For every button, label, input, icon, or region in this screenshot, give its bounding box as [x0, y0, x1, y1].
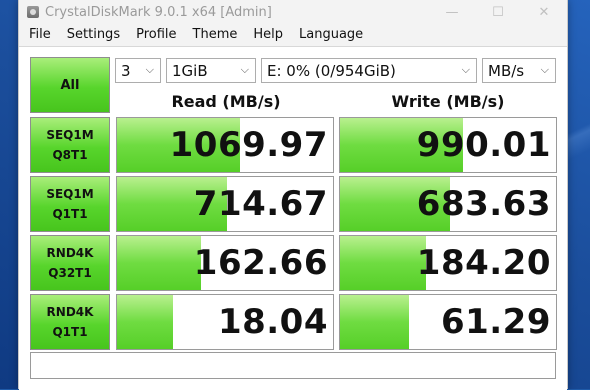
- test-line2: Q1T1: [52, 325, 88, 339]
- read-header: Read (MB/s): [171, 92, 281, 111]
- write-result-value: 990.01: [416, 125, 551, 165]
- menu-profile[interactable]: Profile: [128, 24, 184, 46]
- menu-help[interactable]: Help: [245, 24, 291, 46]
- drive-value: E: 0% (0/954GiB): [267, 61, 396, 80]
- read-result-value: 714.67: [193, 184, 328, 224]
- window-title: CrystalDiskMark 9.0.1 x64 [Admin]: [45, 4, 272, 20]
- test-line1: SEQ1M: [46, 187, 94, 201]
- test-count-value: 3: [121, 61, 131, 80]
- test-count-select[interactable]: 3 ⌵: [115, 58, 161, 83]
- write-result-cell: 61.29: [339, 294, 557, 350]
- write-result-value: 683.63: [416, 184, 551, 224]
- write-result-cell: 683.63: [339, 176, 557, 232]
- test-seq1m-q1t1-button[interactable]: SEQ1M Q1T1: [30, 176, 110, 232]
- menu-file[interactable]: File: [21, 24, 59, 46]
- unit-value: MB/s: [488, 61, 525, 80]
- write-result-value: 61.29: [440, 302, 551, 342]
- comment-input[interactable]: [30, 352, 556, 379]
- write-progress-bar: [340, 295, 410, 349]
- read-result-value: 1069.97: [169, 125, 328, 165]
- title-bar[interactable]: CrystalDiskMark 9.0.1 x64 [Admin] — ☐ ✕: [19, 0, 567, 24]
- read-result-value: 162.66: [193, 243, 328, 283]
- read-result-cell: 714.67: [116, 176, 334, 232]
- drive-select[interactable]: E: 0% (0/954GiB) ⌵: [261, 58, 477, 83]
- main-panel: All 3 ⌵ 1GiB ⌵ E: 0% (0/954GiB) ⌵ MB/s ⌵…: [19, 46, 567, 390]
- menu-theme[interactable]: Theme: [185, 24, 246, 46]
- read-result-cell: 1069.97: [116, 117, 334, 173]
- chevron-down-icon: ⌵: [540, 63, 549, 76]
- write-result-cell: 990.01: [339, 117, 557, 173]
- test-line1: RND4K: [46, 246, 94, 260]
- read-result-value: 18.04: [217, 302, 328, 342]
- app-icon: [27, 6, 39, 18]
- test-seq1m-q8t1-button[interactable]: SEQ1M Q8T1: [30, 117, 110, 173]
- read-progress-bar: [117, 236, 202, 290]
- test-size-value: 1GiB: [172, 61, 208, 80]
- run-all-button[interactable]: All: [30, 57, 110, 113]
- write-progress-bar: [340, 236, 427, 290]
- read-result-cell: 18.04: [116, 294, 334, 350]
- write-header: Write (MB/s): [391, 92, 505, 111]
- write-result-value: 184.20: [416, 243, 551, 283]
- test-line2: Q1T1: [52, 207, 88, 221]
- chevron-down-icon: ⌵: [145, 63, 154, 76]
- menu-language[interactable]: Language: [291, 24, 371, 46]
- minimize-button[interactable]: —: [429, 0, 475, 24]
- app-window: CrystalDiskMark 9.0.1 x64 [Admin] — ☐ ✕ …: [18, 0, 568, 390]
- maximize-button[interactable]: ☐: [475, 0, 521, 24]
- menu-bar: File Settings Profile Theme Help Languag…: [19, 24, 567, 46]
- test-line2: Q8T1: [52, 148, 88, 162]
- test-line2: Q32T1: [48, 266, 92, 280]
- chevron-down-icon: ⌵: [240, 63, 249, 76]
- read-result-cell: 162.66: [116, 235, 334, 291]
- unit-select[interactable]: MB/s ⌵: [482, 58, 556, 83]
- test-rnd4k-q32t1-button[interactable]: RND4K Q32T1: [30, 235, 110, 291]
- menu-settings[interactable]: Settings: [59, 24, 128, 46]
- close-button[interactable]: ✕: [521, 0, 567, 24]
- test-size-select[interactable]: 1GiB ⌵: [166, 58, 256, 83]
- test-line1: SEQ1M: [46, 128, 94, 142]
- test-line1: RND4K: [46, 305, 94, 319]
- test-rnd4k-q1t1-button[interactable]: RND4K Q1T1: [30, 294, 110, 350]
- write-result-cell: 184.20: [339, 235, 557, 291]
- chevron-down-icon: ⌵: [461, 63, 470, 76]
- read-progress-bar: [117, 295, 174, 349]
